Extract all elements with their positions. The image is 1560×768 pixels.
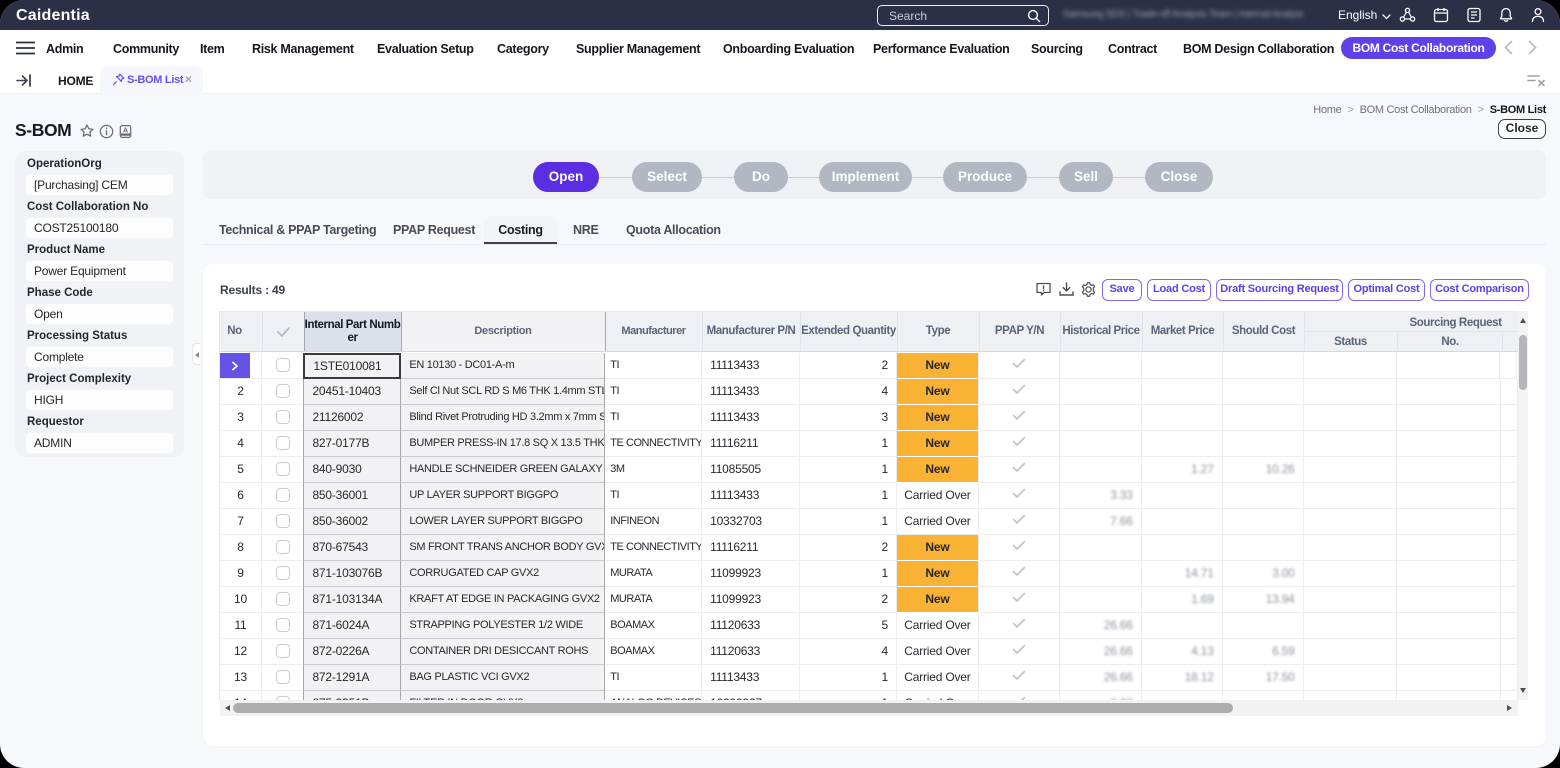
svg-text:A: A (123, 127, 128, 134)
